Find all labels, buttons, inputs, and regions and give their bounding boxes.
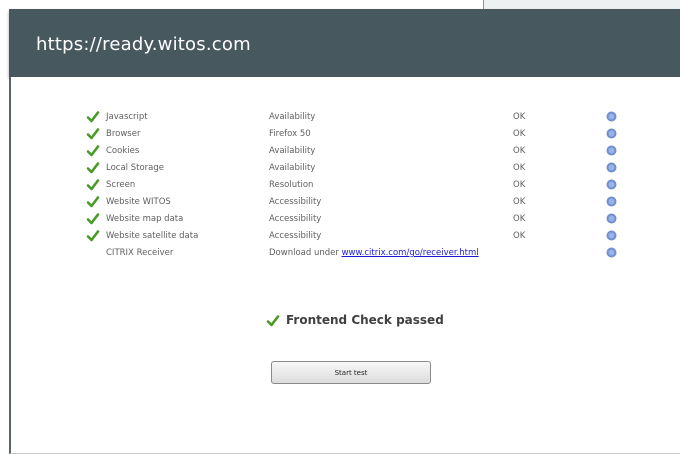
info-icon[interactable] xyxy=(606,128,617,139)
check-name: Cookies xyxy=(106,146,140,156)
check-status: OK xyxy=(513,146,526,156)
check-status: OK xyxy=(513,197,526,207)
info-icon[interactable] xyxy=(606,230,617,241)
check-row-website-map-data: Website map data Accessibility OK xyxy=(11,212,680,226)
check-row-browser: Browser Firefox 50 OK xyxy=(11,127,680,141)
info-icon[interactable] xyxy=(606,162,617,173)
check-name: Website WITOS xyxy=(106,197,171,207)
check-status: OK xyxy=(513,214,526,224)
check-row-local-storage: Local Storage Availability OK xyxy=(11,161,680,175)
check-row-website-satellite-data: Website satellite data Accessibility OK xyxy=(11,229,680,243)
check-status: OK xyxy=(513,112,526,122)
url-banner: https://ready.witos.com xyxy=(9,9,680,77)
result-label: Frontend Check passed xyxy=(286,313,444,327)
check-aspect: Resolution xyxy=(269,180,314,190)
check-aspect: Download under www.citrix.com/go/receive… xyxy=(269,248,479,258)
check-name: Screen xyxy=(106,180,136,190)
check-icon xyxy=(86,162,100,174)
check-icon xyxy=(86,111,100,123)
check-status: OK xyxy=(513,163,526,173)
top-panel xyxy=(483,0,680,9)
check-row-screen: Screen Resolution OK xyxy=(11,178,680,192)
check-row-citrix-receiver: CITRIX Receiver Download under www.citri… xyxy=(11,246,680,260)
check-status: OK xyxy=(513,231,526,241)
check-row-javascript: Javascript Availability OK xyxy=(11,110,680,124)
check-icon xyxy=(266,315,280,327)
check-icon xyxy=(86,196,100,208)
url-text: https://ready.witos.com xyxy=(36,34,251,55)
check-aspect: Accessibility xyxy=(269,231,322,241)
check-panel: Javascript Availability OK Browser Firef… xyxy=(9,77,680,454)
check-name: Local Storage xyxy=(106,163,164,173)
check-row-website-witos: Website WITOS Accessibility OK xyxy=(11,195,680,209)
check-icon xyxy=(86,179,100,191)
info-icon[interactable] xyxy=(606,247,617,258)
info-icon[interactable] xyxy=(606,179,617,190)
info-icon[interactable] xyxy=(606,213,617,224)
check-name: CITRIX Receiver xyxy=(106,248,174,258)
check-aspect: Availability xyxy=(269,163,316,173)
check-row-cookies: Cookies Availability OK xyxy=(11,144,680,158)
info-icon[interactable] xyxy=(606,196,617,207)
check-name: Website map data xyxy=(106,214,184,224)
check-icon xyxy=(86,213,100,225)
check-aspect: Availability xyxy=(269,146,316,156)
citrix-download-link[interactable]: www.citrix.com/go/receiver.html xyxy=(342,248,479,258)
check-aspect: Accessibility xyxy=(269,197,322,207)
check-status: OK xyxy=(513,129,526,139)
download-prefix: Download under xyxy=(269,248,339,258)
start-test-button[interactable]: Start test xyxy=(271,361,431,384)
check-aspect: Availability xyxy=(269,112,316,122)
check-name: Browser xyxy=(106,129,141,139)
info-icon[interactable] xyxy=(606,111,617,122)
check-icon xyxy=(86,145,100,157)
check-status: OK xyxy=(513,180,526,190)
check-aspect: Accessibility xyxy=(269,214,322,224)
check-aspect: Firefox 50 xyxy=(269,129,311,139)
check-name: Website satellite data xyxy=(106,231,199,241)
check-icon xyxy=(86,230,100,242)
check-icon xyxy=(86,128,100,140)
info-icon[interactable] xyxy=(606,145,617,156)
check-name: Javascript xyxy=(106,112,148,122)
